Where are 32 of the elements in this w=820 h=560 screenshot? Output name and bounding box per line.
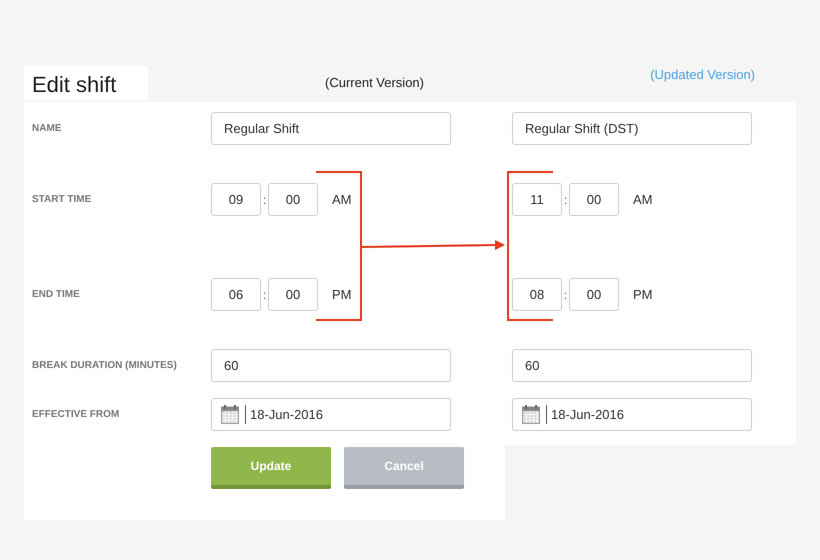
hour-field[interactable]: 06: [211, 278, 261, 311]
date-field[interactable]: 18-Jun-2016: [211, 398, 451, 431]
minute-field[interactable]: 00: [268, 183, 318, 216]
break-duration-field[interactable]: 60: [211, 349, 451, 382]
page-title: Edit shift: [24, 66, 148, 100]
field-label: START TIME: [32, 194, 92, 205]
hour-field[interactable]: 11: [512, 183, 562, 216]
version-heading: (Updated Version): [650, 67, 755, 82]
field-label: BREAK DURATION (MINUTES): [32, 360, 178, 371]
time-separator: :: [562, 288, 568, 302]
time-separator: :: [562, 192, 568, 206]
hour-field[interactable]: 09: [211, 183, 261, 216]
version-heading: (Current Version): [325, 75, 424, 90]
minute-field[interactable]: 00: [569, 278, 619, 311]
field-label: EFFECTIVE FROM: [32, 409, 120, 420]
period-label: PM: [633, 287, 652, 302]
name-field[interactable]: Regular Shift (DST): [512, 112, 752, 145]
field-label: END TIME: [32, 289, 81, 300]
time-separator: :: [262, 192, 268, 206]
minute-field[interactable]: 00: [268, 278, 318, 311]
period-label: PM: [332, 287, 352, 302]
name-field[interactable]: Regular Shift: [211, 112, 451, 145]
period-label: AM: [633, 192, 652, 207]
time-separator: :: [262, 288, 268, 302]
period-label: AM: [332, 192, 352, 207]
hour-field[interactable]: 08: [512, 278, 562, 311]
date-field[interactable]: 18-Jun-2016: [512, 398, 752, 431]
calendar-icon[interactable]: [522, 405, 540, 424]
calendar-icon[interactable]: [221, 405, 239, 424]
minute-field[interactable]: 00: [569, 183, 619, 216]
field-label: NAME: [32, 123, 62, 134]
break-duration-field[interactable]: 60: [512, 349, 752, 382]
